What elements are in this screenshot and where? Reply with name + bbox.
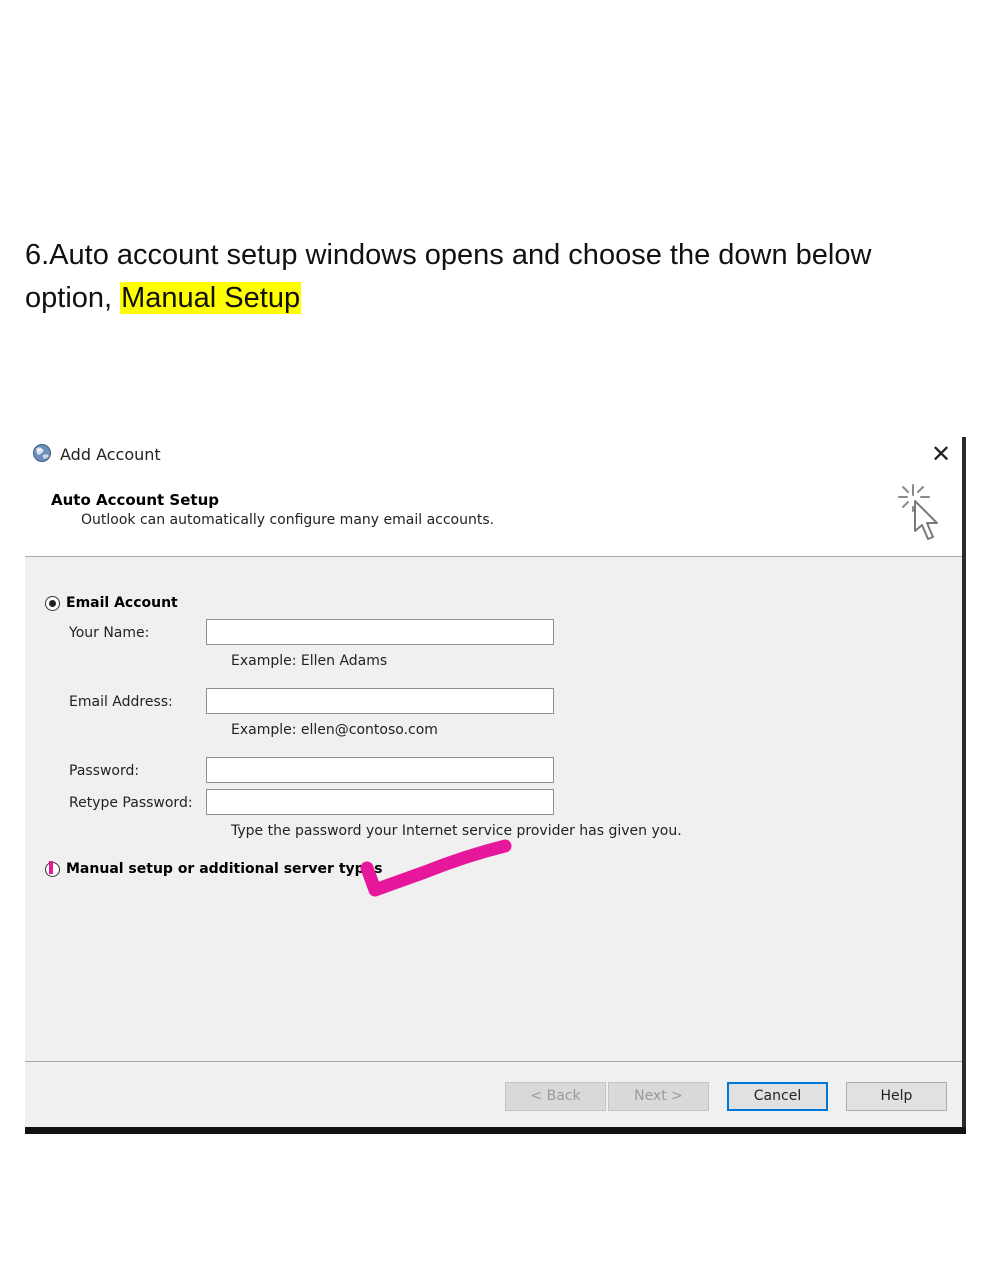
password-input[interactable] [206, 757, 554, 783]
next-button[interactable]: Next > [608, 1082, 709, 1111]
manual-setup-label[interactable]: Manual setup or additional server types [66, 861, 383, 877]
retype-password-input[interactable] [206, 789, 554, 815]
your-name-label: Your Name: [69, 625, 150, 641]
instruction-highlight: Manual Setup [120, 282, 302, 314]
email-address-hint: Example: ellen@contoso.com [231, 722, 438, 738]
back-button[interactable]: < Back [505, 1082, 606, 1111]
instruction-text: 6.Auto account setup windows opens and c… [25, 234, 965, 320]
close-button[interactable]: ✕ [926, 439, 956, 469]
sparkle-cursor-icon [898, 484, 938, 540]
manual-radio-pink-mark [49, 861, 53, 874]
section-subtitle: Outlook can automatically configure many… [81, 512, 495, 528]
your-name-hint: Example: Ellen Adams [231, 653, 388, 669]
cancel-button[interactable]: Cancel [727, 1082, 828, 1111]
email-account-label[interactable]: Email Account [66, 595, 178, 611]
dialog-shadow-bottom [25, 1127, 966, 1134]
retype-password-label: Retype Password: [69, 795, 193, 811]
email-account-radio[interactable] [45, 596, 60, 611]
your-name-input[interactable] [206, 619, 554, 645]
email-address-label: Email Address: [69, 694, 173, 710]
add-account-dialog: Add Account ✕ Auto Account Setup Outlook… [25, 437, 962, 1127]
pink-checkmark-annotation [360, 839, 512, 897]
footer-divider [25, 1061, 962, 1062]
dialog-shadow-right [962, 437, 966, 1134]
outlook-globe-icon [33, 444, 51, 462]
email-address-input[interactable] [206, 688, 554, 714]
section-title: Auto Account Setup [51, 491, 219, 509]
help-button[interactable]: Help [846, 1082, 947, 1111]
radio-selected-dot [49, 600, 56, 607]
dialog-header: Add Account ✕ Auto Account Setup Outlook… [25, 437, 962, 557]
password-label: Password: [69, 763, 140, 779]
window-title: Add Account [60, 445, 161, 464]
